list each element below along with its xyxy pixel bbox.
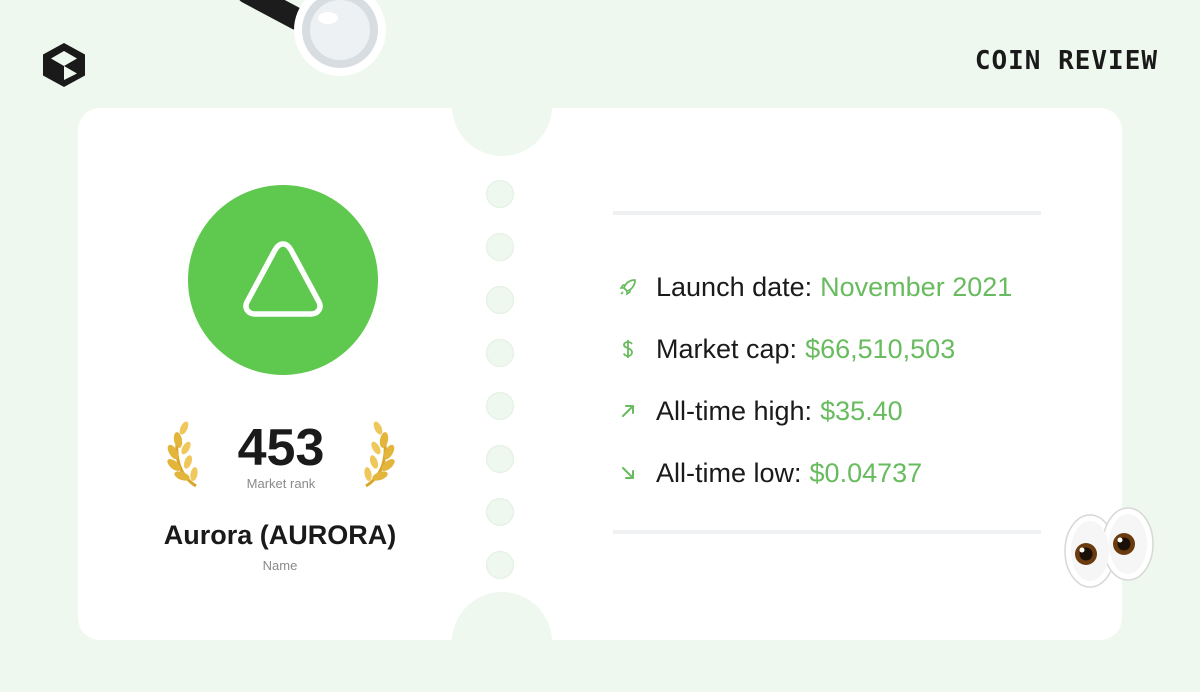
perforation-dot [486, 551, 514, 579]
ticket-perforation [486, 180, 514, 604]
stat-value: $0.04737 [809, 457, 923, 488]
hexagon-logo-icon [43, 43, 85, 87]
coin-name: Aurora (AURORA) [163, 520, 397, 550]
ticket-notch-top [452, 56, 552, 156]
stat-label: Market cap: [656, 333, 798, 364]
coin-name-label: Name [262, 558, 298, 573]
stat-all-time-low: All-time low: $0.04737 [618, 442, 1012, 504]
perforation-dot [486, 392, 514, 420]
perforation-dot [486, 445, 514, 473]
stats-divider-top [613, 211, 1041, 215]
stat-launch-date: Launch date: November 2021 [618, 256, 1012, 318]
coin-stats: Launch date: November 2021 Market cap: $… [618, 256, 1012, 504]
dollar-icon [618, 339, 638, 359]
perforation-dot [486, 286, 514, 314]
eyes-emoji-icon [1064, 507, 1154, 588]
stat-label: All-time low: [656, 457, 802, 488]
coin-logo [188, 185, 378, 375]
perforation-dot [486, 180, 514, 208]
brand-title: COIN REVIEW [974, 46, 1158, 76]
perforation-dot [486, 498, 514, 526]
magnifying-glass-icon [238, 0, 386, 76]
laurel-right-icon [364, 421, 395, 488]
stat-label: All-time high: [656, 395, 813, 426]
arrow-down-right-icon [618, 463, 638, 483]
arrow-up-right-icon [618, 401, 638, 421]
coin-ticket-card: 453 Market rank Aurora (AURORA) Name Lau… [78, 56, 1122, 692]
aurora-triangle-icon [243, 241, 323, 317]
stat-value: November 2021 [820, 271, 1013, 302]
stats-divider-bottom [613, 530, 1041, 534]
rocket-icon [618, 277, 638, 297]
ticket-notch-bottom [452, 592, 552, 692]
stat-value: $35.40 [820, 395, 903, 426]
stat-all-time-high: All-time high: $35.40 [618, 380, 1012, 442]
market-rank: 453 Market rank [166, 418, 396, 498]
perforation-dot [486, 233, 514, 261]
stat-label: Launch date: [656, 271, 813, 302]
stat-value: $66,510,503 [805, 333, 956, 364]
perforation-dot [486, 339, 514, 367]
stat-market-cap: Market cap: $66,510,503 [618, 318, 1012, 380]
